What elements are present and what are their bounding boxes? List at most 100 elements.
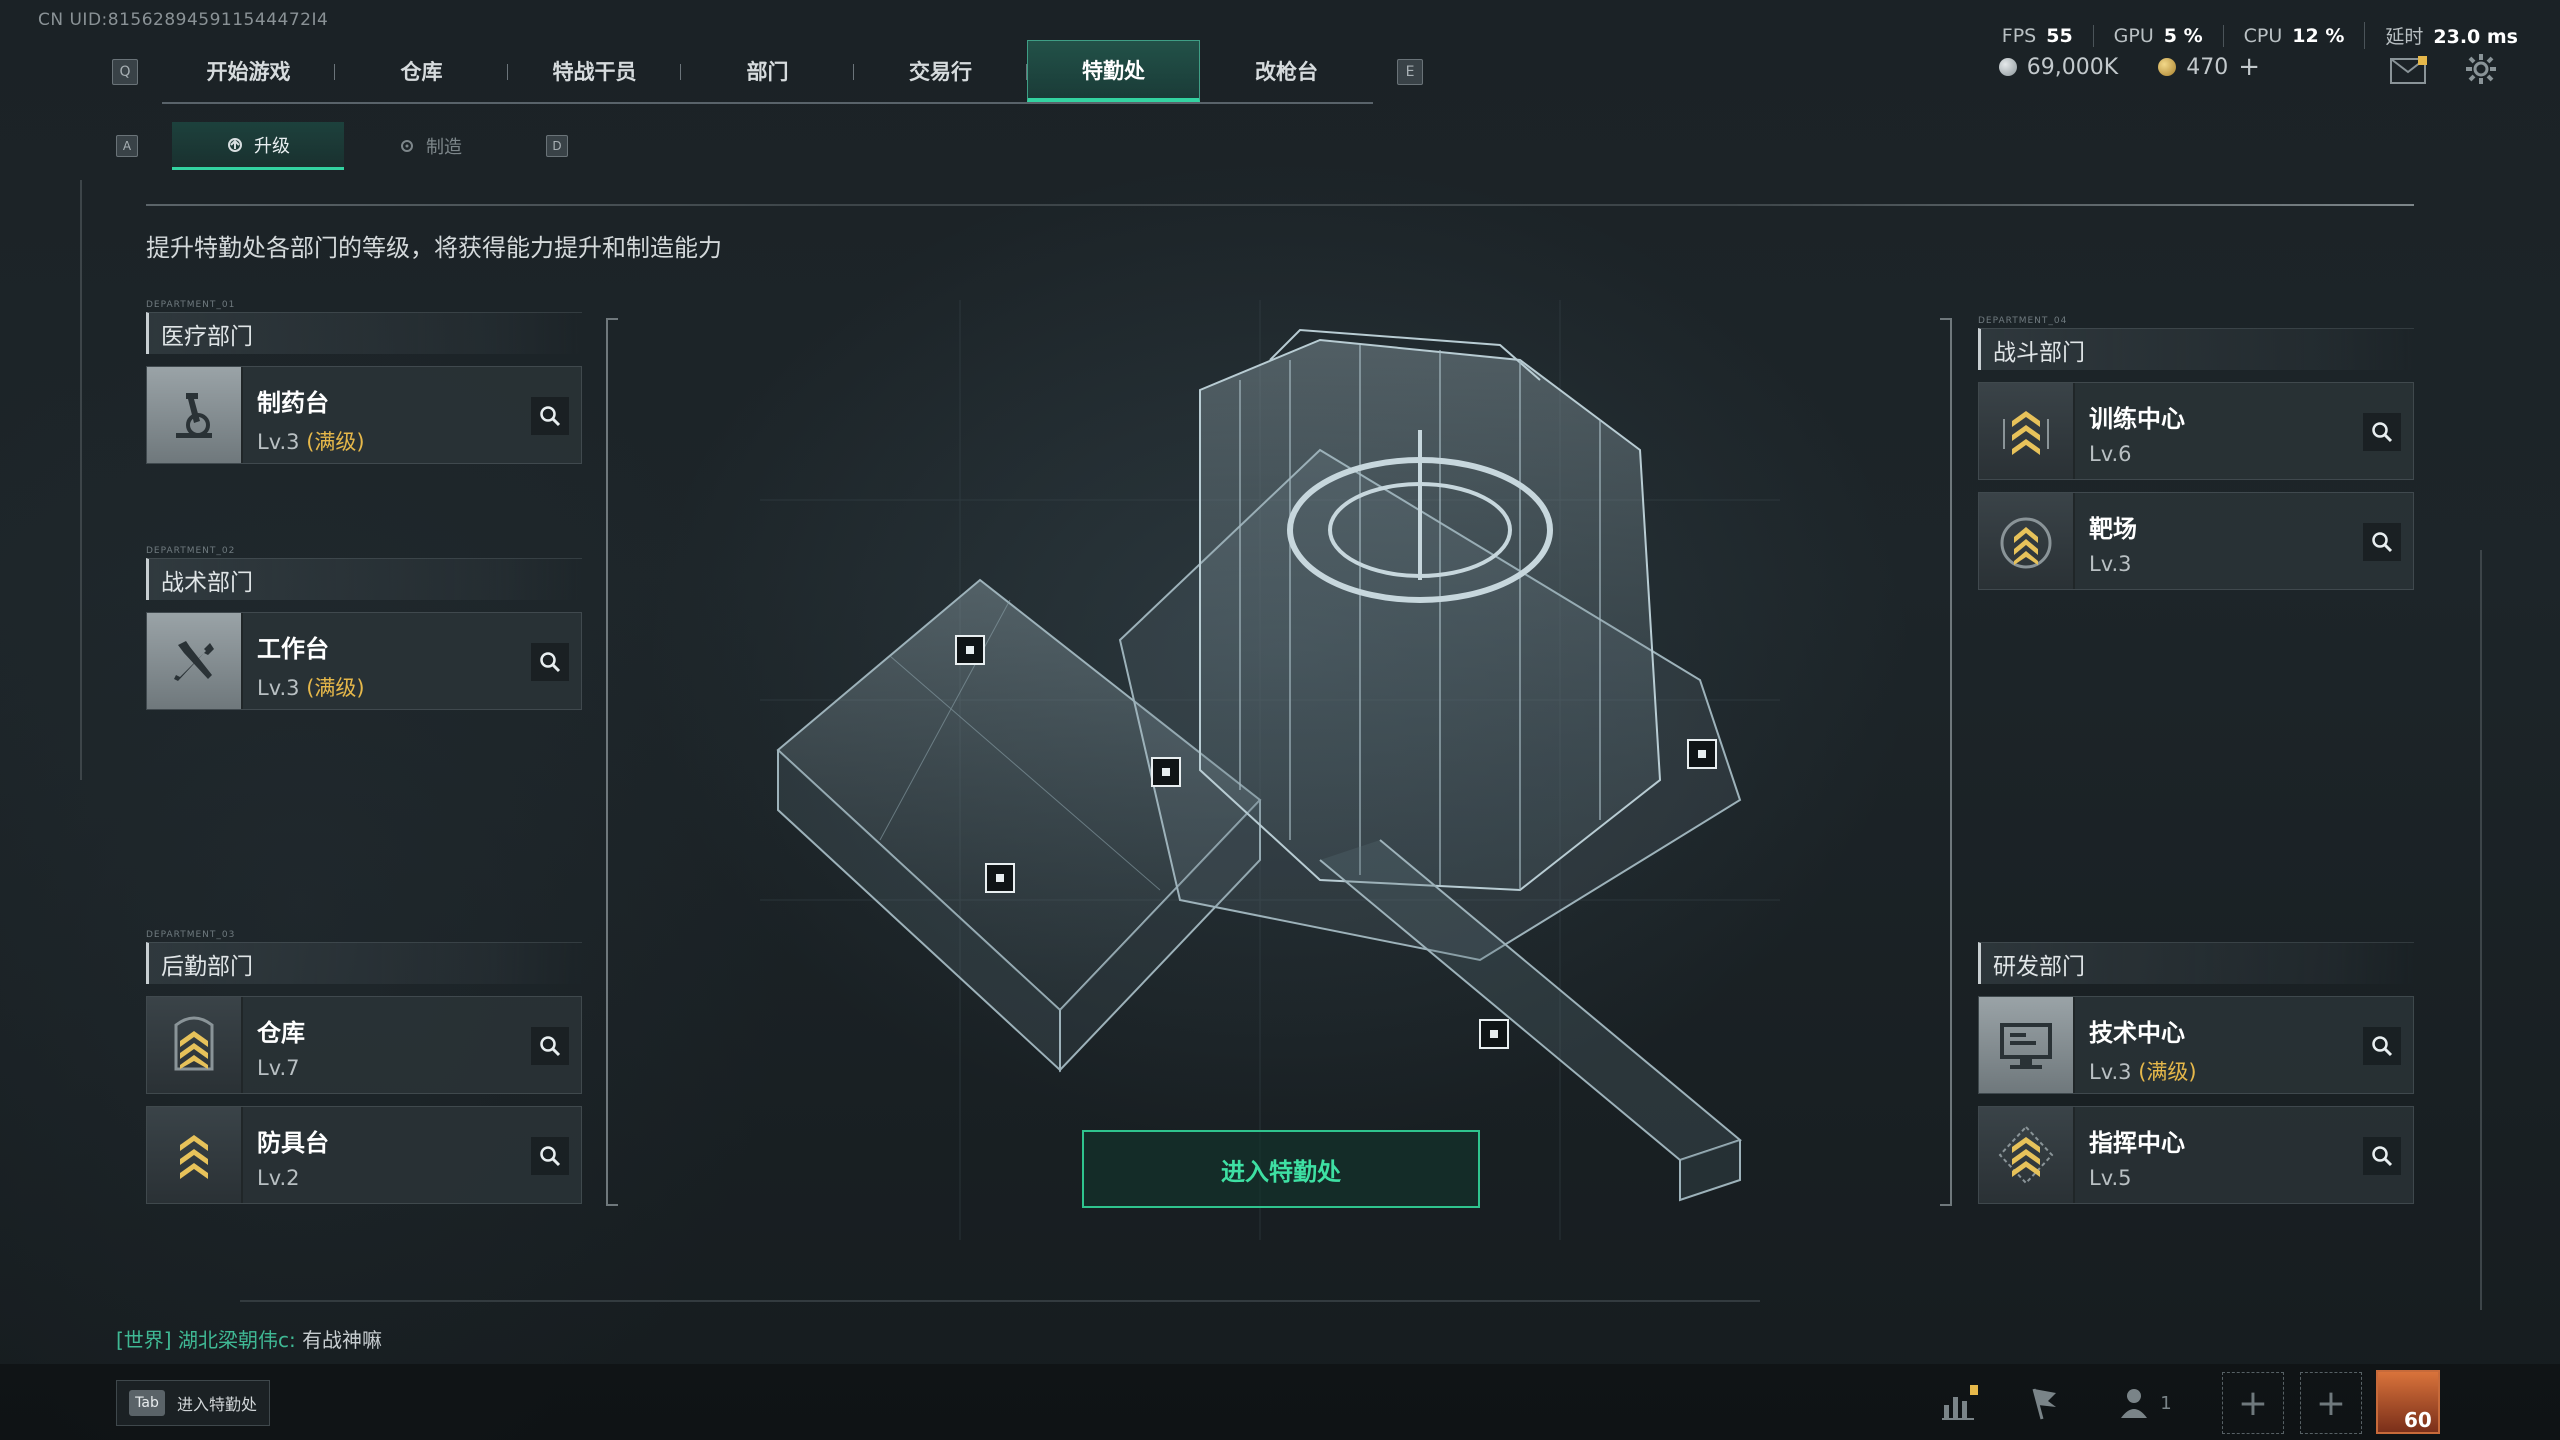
facility-level: Lv.7	[257, 1056, 300, 1080]
cpu-stat: CPU 12 %	[2222, 24, 2365, 47]
level-value: Lv.3	[2089, 1060, 2132, 1084]
right-edge-line	[2480, 550, 2482, 1310]
max-level-badge: (满级)	[306, 676, 365, 700]
search-icon[interactable]	[531, 1027, 569, 1065]
page-subtitle: 提升特勤处各部门的等级，将获得能力提升和制造能力	[146, 234, 722, 262]
add-teammate-slot[interactable]: +	[2300, 1372, 2362, 1434]
search-icon[interactable]	[2363, 1137, 2401, 1175]
squad-count: 1	[2160, 1392, 2172, 1414]
right-panel-bracket	[1940, 318, 1952, 1206]
search-icon[interactable]	[2363, 523, 2401, 561]
facility-card[interactable]: 训练中心 Lv.6	[1978, 382, 2414, 480]
tab-shortcut-label: 进入特勤处	[177, 1395, 258, 1414]
gpu-stat: GPU 5 %	[2092, 24, 2223, 47]
tab-department[interactable]: 部门	[681, 40, 854, 102]
sub-nav: A 升级 制造 D	[116, 122, 568, 170]
tab-upgrade-label: 升级	[254, 135, 290, 157]
nav-tabs: 开始游戏 仓库 特战干员 部门 交易行 特勤处 改枪台	[162, 40, 1373, 104]
facility-card[interactable]: 工作台 Lv.3 (满级)	[146, 612, 582, 710]
coin-icon	[1998, 58, 2017, 76]
level-value: Lv.3	[257, 676, 300, 700]
latency-value: 23.0 ms	[2433, 26, 2518, 48]
flag-icon[interactable]	[2020, 1380, 2068, 1426]
currency-bar: 69,000K 470 +	[1998, 52, 2260, 82]
dept-tag: DEPARTMENT_04	[1978, 316, 2068, 326]
chat-message: 有战神嘛	[302, 1328, 383, 1352]
dept-logistics: DEPARTMENT_03 后勤部门 仓库 Lv.7 防具台 Lv.2	[146, 930, 582, 1204]
subnav-next-key[interactable]: D	[546, 135, 568, 157]
stats-chart-icon[interactable]	[1936, 1380, 1984, 1426]
add-teammate-slot[interactable]: +	[2222, 1372, 2284, 1434]
gear-icon[interactable]	[2464, 52, 2498, 90]
gpu-value: 5 %	[2163, 24, 2203, 47]
header-divider	[146, 204, 2414, 206]
facility-name: 靶场	[2089, 515, 2137, 543]
fps-stat: FPS 55	[1982, 25, 2093, 47]
facility-level: Lv.2	[257, 1166, 300, 1190]
facility-card[interactable]: 靶场 Lv.3	[1978, 492, 2414, 590]
ticket-value: 470	[2186, 54, 2229, 80]
tab-market[interactable]: 交易行	[854, 40, 1027, 102]
ticket-icon	[2158, 58, 2177, 76]
mail-icon[interactable]	[2390, 54, 2428, 88]
rank-chevron-icon	[1979, 383, 2075, 479]
facility-name: 训练中心	[2089, 405, 2185, 433]
facility-card[interactable]: 技术中心 Lv.3 (满级)	[1978, 996, 2414, 1094]
uid-label: CN UID:815628945911544472I4	[38, 10, 329, 30]
tab-shortcut-hint[interactable]: Tab 进入特勤处	[116, 1380, 271, 1426]
tab-operators[interactable]: 特战干员	[508, 40, 681, 102]
facility-level: Lv.5	[2089, 1166, 2132, 1190]
rank-chevron-icon	[147, 997, 243, 1093]
chat-channel: [世界]	[116, 1328, 172, 1352]
coin-balance[interactable]: 69,000K	[1998, 54, 2119, 80]
left-edge-line	[80, 180, 82, 780]
squad-icon[interactable]: 1	[2110, 1380, 2180, 1426]
search-icon[interactable]	[531, 1137, 569, 1175]
dept-tag: DEPARTMENT_02	[146, 546, 236, 556]
facility-card[interactable]: 指挥中心 Lv.5	[1978, 1106, 2414, 1204]
search-icon[interactable]	[531, 643, 569, 681]
tab-special-ops[interactable]: 特勤处	[1027, 40, 1200, 102]
facility-card[interactable]: 防具台 Lv.2	[146, 1106, 582, 1204]
microscope-icon	[147, 367, 243, 463]
add-ticket-button[interactable]: +	[2238, 52, 2260, 82]
search-icon[interactable]	[2363, 1027, 2401, 1065]
subnav-prev-key[interactable]: A	[116, 135, 138, 157]
max-level-badge: (满级)	[306, 430, 365, 454]
dept-title: 医疗部门	[146, 312, 582, 354]
tab-warehouse[interactable]: 仓库	[335, 40, 508, 102]
facility-name: 仓库	[257, 1019, 305, 1047]
left-panel-bracket	[606, 318, 618, 1206]
facility-card[interactable]: 仓库 Lv.7	[146, 996, 582, 1094]
coin-value: 69,000K	[2026, 54, 2119, 80]
ticket-balance[interactable]: 470 +	[2158, 52, 2260, 82]
dept-title: 后勤部门	[146, 942, 582, 984]
facility-name: 工作台	[257, 635, 329, 663]
performance-stats: FPS 55 GPU 5 % CPU 12 % 延时 23.0 ms	[1982, 22, 2538, 49]
enter-special-ops-button[interactable]: 进入特勤处	[1082, 1130, 1480, 1208]
max-level-badge: (满级)	[2138, 1060, 2197, 1084]
latency-label: 延时	[2385, 26, 2424, 48]
chat-line[interactable]: [世界] 湖北梁朝伟c: 有战神嘛	[116, 1324, 382, 1353]
tab-gunsmith[interactable]: 改枪台	[1200, 40, 1373, 102]
dept-combat: DEPARTMENT_04 战斗部门 训练中心 Lv.6 靶场 Lv.3	[1978, 316, 2414, 590]
search-icon[interactable]	[531, 397, 569, 435]
rank-chevron-icon	[147, 1107, 243, 1203]
facility-blueprint	[760, 300, 1780, 1240]
facility-name: 指挥中心	[2089, 1129, 2185, 1157]
search-icon[interactable]	[2363, 413, 2401, 451]
dept-title: 战斗部门	[1978, 328, 2414, 370]
facility-card[interactable]: 制药台 Lv.3 (满级)	[146, 366, 582, 464]
level-value: Lv.3	[257, 430, 300, 454]
tab-upgrade[interactable]: 升级	[172, 122, 344, 170]
tab-start-game[interactable]: 开始游戏	[162, 40, 335, 102]
chat-sender: 湖北梁朝伟c:	[177, 1328, 296, 1352]
nav-prev-key[interactable]: Q	[112, 59, 138, 85]
cpu-value: 12 %	[2292, 24, 2345, 47]
facility-level: Lv.6	[2089, 442, 2132, 466]
tab-craft-label: 制造	[426, 137, 462, 158]
tab-craft[interactable]: 制造	[344, 122, 516, 170]
dept-medical: DEPARTMENT_01 医疗部门 制药台 Lv.3 (满级)	[146, 300, 582, 464]
facility-level: Lv.3	[2089, 552, 2132, 576]
nav-next-key[interactable]: E	[1397, 59, 1423, 85]
